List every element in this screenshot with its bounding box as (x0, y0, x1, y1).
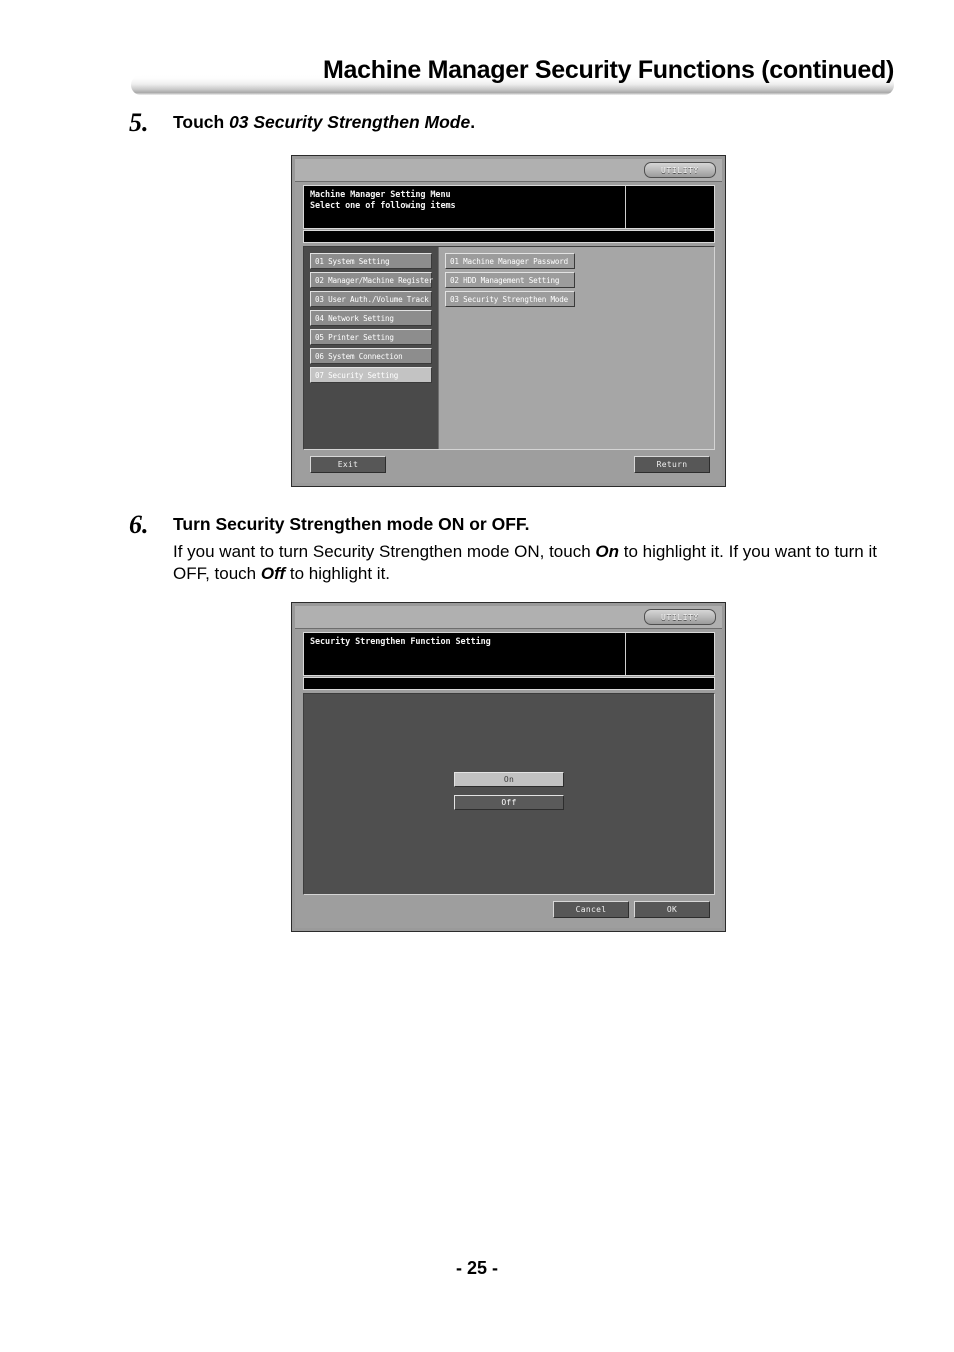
submenu-item-03-security-strengthen-mode[interactable]: 03 Security Strengthen Mode (445, 291, 575, 307)
step-6-number: 6. (129, 510, 149, 539)
menu-item-04-network-setting[interactable]: 04 Network Setting (310, 310, 432, 326)
return-button[interactable]: Return (634, 456, 710, 473)
step-5-body: Touch 03 Security Strengthen Mode. (173, 112, 899, 134)
ok-button[interactable]: OK (634, 901, 710, 918)
step-5-title-prefix: Touch (173, 112, 230, 132)
menu-item-07-security-setting[interactable]: 07 Security Setting (310, 367, 432, 383)
button-bar-2: Cancel OK (303, 899, 715, 923)
message-display-2: Security Strengthen Function Setting (303, 632, 715, 676)
page-number: - 25 - (455, 1258, 498, 1278)
step-5-title: Touch 03 Security Strengthen Mode. (173, 112, 899, 134)
on-button[interactable]: On (454, 772, 564, 787)
tab-row-1: UTILITY (295, 159, 722, 182)
menu-item-label: 05 Printer Setting (315, 332, 394, 342)
step-6-desc-on: On (595, 541, 619, 561)
menu-item-02-manager-machine-register[interactable]: 02 Manager/Machine Register (310, 272, 434, 288)
message-main-2: Security Strengthen Function Setting (304, 633, 626, 675)
exit-button[interactable]: Exit (310, 456, 386, 473)
lcd-inner-frame-1: UTILITY Machine Manager Setting Menu Sel… (295, 159, 722, 483)
menu-item-03-user-auth-volume-track[interactable]: 03 User Auth./Volume Track (310, 291, 432, 307)
lcd-screenshot-menu: UTILITY Machine Manager Setting Menu Sel… (291, 155, 726, 487)
page-header: Machine Manager Security Functions (cont… (131, 56, 894, 101)
cancel-button[interactable]: Cancel (553, 901, 629, 918)
menu-item-label: 03 User Auth./Volume Track (315, 294, 429, 304)
step-6-body: Turn Security Strengthen mode ON or OFF.… (173, 514, 899, 585)
ok-button-label: OK (666, 905, 678, 914)
submenu-item-02-hdd-management-setting[interactable]: 02 HDD Management Setting (445, 272, 575, 288)
toggle-body-2: On Off (303, 693, 715, 895)
utility-tab-2[interactable]: UTILITY (644, 609, 716, 625)
menu-column-left: 01 System Setting 02 Manager/Machine Reg… (304, 247, 438, 449)
menu-item-01-system-setting[interactable]: 01 System Setting (310, 253, 432, 269)
menu-item-label: 01 System Setting (315, 256, 390, 266)
message-main-1: Machine Manager Setting Menu Select one … (304, 186, 626, 228)
utility-tab-label-2: UTILITY (661, 612, 699, 622)
message-line-1: Machine Manager Setting Menu (310, 190, 451, 200)
on-button-label: On (503, 775, 515, 784)
step-6-desc-part1: If you want to turn Security Strengthen … (173, 541, 596, 561)
security-strengthen-toggle-group: On Off (454, 772, 564, 818)
message-line-1: Security Strengthen Function Setting (310, 637, 491, 647)
return-button-label: Return (656, 460, 688, 469)
step-6-description: If you want to turn Security Strengthen … (173, 541, 899, 585)
message-display-1: Machine Manager Setting Menu Select one … (303, 185, 715, 229)
menu-item-label: 06 System Connection (315, 351, 403, 361)
off-button[interactable]: Off (454, 795, 564, 810)
submenu-item-label: 03 Security Strengthen Mode (450, 294, 569, 304)
step-6: 6. Turn Security Strengthen mode ON or O… (129, 510, 899, 585)
step-6-title: Turn Security Strengthen mode ON or OFF. (173, 514, 530, 534)
step-5-number: 5. (129, 108, 149, 137)
menu-body-1: 01 System Setting 02 Manager/Machine Reg… (303, 246, 715, 450)
menu-item-05-printer-setting[interactable]: 05 Printer Setting (310, 329, 432, 345)
utility-tab-1[interactable]: UTILITY (644, 162, 716, 178)
submenu-item-01-machine-manager-password[interactable]: 01 Machine Manager Password (445, 253, 575, 269)
menu-column-right: 01 Machine Manager Password 02 HDD Manag… (438, 247, 714, 449)
message-strip-2 (303, 677, 715, 690)
message-side-1 (626, 186, 714, 228)
step-5: 5. Touch 03 Security Strengthen Mode. (129, 108, 899, 137)
page-title: Machine Manager Security Functions (cont… (323, 56, 894, 84)
tab-row-2: UTILITY (295, 606, 722, 629)
step-5-title-emphasis: 03 Security Strengthen Mode (229, 112, 471, 132)
menu-item-label: 07 Security Setting (315, 370, 399, 380)
off-button-label: Off (501, 798, 517, 807)
step-6-desc-off: Off (260, 563, 286, 583)
submenu-item-label: 01 Machine Manager Password (450, 256, 569, 266)
utility-tab-label-1: UTILITY (661, 165, 699, 175)
message-side-2 (626, 633, 714, 675)
menu-item-label: 02 Manager/Machine Register (315, 275, 434, 285)
step-6-desc-part3: to highlight it. (285, 563, 391, 583)
exit-button-label: Exit (337, 460, 359, 469)
page-footer: - 25 - (0, 1258, 954, 1279)
menu-item-label: 04 Network Setting (315, 313, 394, 323)
lcd-screenshot-toggle: UTILITY Security Strengthen Function Set… (291, 602, 726, 932)
lcd-inner-frame-2: UTILITY Security Strengthen Function Set… (295, 606, 722, 928)
cancel-button-label: Cancel (575, 905, 607, 914)
step-5-title-suffix: . (470, 112, 476, 132)
button-bar-1: Exit Return (303, 454, 715, 478)
message-strip-1 (303, 230, 715, 243)
menu-item-06-system-connection[interactable]: 06 System Connection (310, 348, 432, 364)
submenu-item-label: 02 HDD Management Setting (450, 275, 560, 285)
message-line-2: Select one of following items (310, 201, 456, 211)
